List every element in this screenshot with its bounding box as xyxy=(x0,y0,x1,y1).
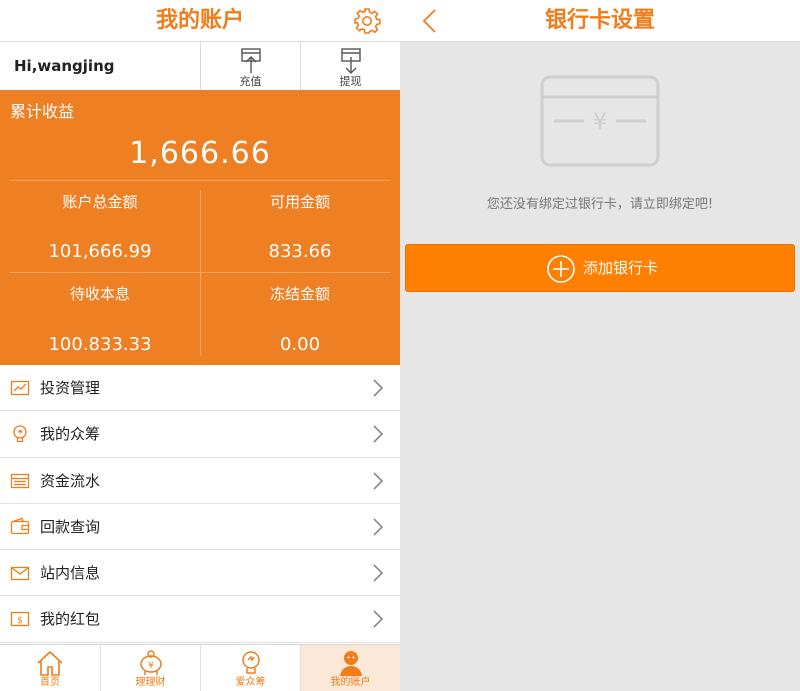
back-arrow-icon[interactable] xyxy=(420,8,440,34)
my-account-screen: 我的账户 Hi,wangjing 充值 提现 累计收益 1,666.66 账户总… xyxy=(0,0,400,691)
tab-crowdfunding[interactable]: 爱众筹 xyxy=(200,645,300,691)
withdraw-button[interactable]: 提现 xyxy=(300,42,400,90)
cumulative-earnings-label: 累计收益 xyxy=(10,102,75,121)
menu-item-investments[interactable]: 投资管理 xyxy=(0,365,400,412)
empty-state-message: 您还没有绑定过银行卡，请立即绑定吧! xyxy=(486,197,714,212)
add-bank-card-button[interactable]: 添加银行卡 xyxy=(405,244,795,292)
earnings-panel: 累计收益 1,666.66 账户总金额 101,666.99 可用金额 833.… xyxy=(0,90,400,365)
chart-icon xyxy=(10,380,30,396)
plus-circle-icon xyxy=(547,255,575,283)
menu-item-label: 投资管理 xyxy=(40,379,101,397)
total-assets-label: 账户总金额 xyxy=(62,193,138,211)
add-bank-card-label: 添加银行卡 xyxy=(583,259,659,277)
user-greeting: Hi,wangjing xyxy=(14,57,115,75)
deposit-icon xyxy=(240,48,261,73)
lightbulb-icon xyxy=(13,425,27,443)
menu-item-label: 资金流水 xyxy=(40,471,101,490)
wallet-icon xyxy=(10,517,30,535)
tab-home[interactable]: 首页 xyxy=(0,645,100,691)
pending-principal-label: 待收本息 xyxy=(69,285,130,303)
withdraw-icon xyxy=(340,48,361,74)
frozen-amount-value: 0.00 xyxy=(279,334,321,355)
tab-label: 理理财 xyxy=(135,677,166,688)
total-assets-value: 101,666.99 xyxy=(48,241,152,262)
available-balance-label: 可用金额 xyxy=(269,193,330,211)
menu-item-crowdfunding[interactable]: 我的众筹 xyxy=(0,411,400,458)
chevron-right-icon xyxy=(373,564,384,582)
menu-item-fund-flow[interactable]: 资金流水 xyxy=(0,457,400,504)
deposit-label: 充值 xyxy=(239,75,262,88)
menu-item-repayments[interactable]: 回款查询 xyxy=(0,503,400,551)
chevron-right-icon xyxy=(373,610,384,629)
tab-my-account[interactable]: 我的账户 xyxy=(300,645,400,691)
menu-item-red-envelopes[interactable]: $ 我的红包 xyxy=(0,596,400,643)
available-balance-value: 833.66 xyxy=(268,241,332,262)
svg-text:¥: ¥ xyxy=(593,110,607,135)
menu-item-label: 站内信息 xyxy=(40,564,101,583)
menu-item-label: 回款查询 xyxy=(40,517,101,536)
tab-label: 爱众筹 xyxy=(235,677,266,688)
cumulative-earnings-value: 1,666.66 xyxy=(129,136,271,171)
piggy-bank-icon: ¥ xyxy=(139,650,162,675)
frozen-amount-label: 冻结金额 xyxy=(269,285,330,303)
user-icon xyxy=(339,651,362,676)
mail-icon xyxy=(10,567,30,581)
bank-card-icon: ¥ xyxy=(540,75,660,167)
menu-item-messages[interactable]: 站内信息 xyxy=(0,550,400,597)
gear-icon[interactable] xyxy=(352,6,382,36)
svg-text:$: $ xyxy=(17,616,23,626)
tab-label: 首页 xyxy=(40,677,60,688)
page-title: 银行卡设置 xyxy=(544,8,655,33)
red-envelope-icon: $ xyxy=(10,612,30,627)
user-row: Hi,wangjing 充值 提现 xyxy=(0,42,400,90)
tab-label: 我的账户 xyxy=(330,677,371,688)
bank-card-settings-screen: 银行卡设置 ¥ 您还没有绑定过银行卡，请立即绑定吧! 添加银行卡 xyxy=(400,0,800,691)
chevron-right-icon xyxy=(373,379,384,397)
ledger-icon xyxy=(10,473,30,488)
page-title: 我的账户 xyxy=(155,8,244,33)
tab-wealth[interactable]: ¥ 理理财 xyxy=(100,645,200,691)
menu-item-label: 我的众筹 xyxy=(40,425,101,444)
bottom-tab-bar: 首页 ¥ 理理财 爱众筹 我的账户 xyxy=(0,644,400,691)
pending-principal-value: 100.833.33 xyxy=(48,334,152,355)
chevron-right-icon xyxy=(373,518,384,536)
account-menu: 投资管理 我的众筹 资金流水 回款查询 站内信息 $ 我的红包 xyxy=(0,365,400,643)
lightbulb-icon xyxy=(241,651,260,674)
divider xyxy=(10,180,390,181)
home-icon xyxy=(37,650,63,676)
menu-item-label: 我的红包 xyxy=(40,610,101,629)
svg-text:¥: ¥ xyxy=(148,661,154,671)
chevron-right-icon xyxy=(373,425,384,443)
chevron-right-icon xyxy=(373,472,384,490)
divider xyxy=(200,190,201,356)
account-header: 我的账户 xyxy=(0,0,400,42)
deposit-button[interactable]: 充值 xyxy=(200,42,300,90)
withdraw-label: 提现 xyxy=(339,75,362,88)
bank-card-header: 银行卡设置 xyxy=(400,0,800,42)
